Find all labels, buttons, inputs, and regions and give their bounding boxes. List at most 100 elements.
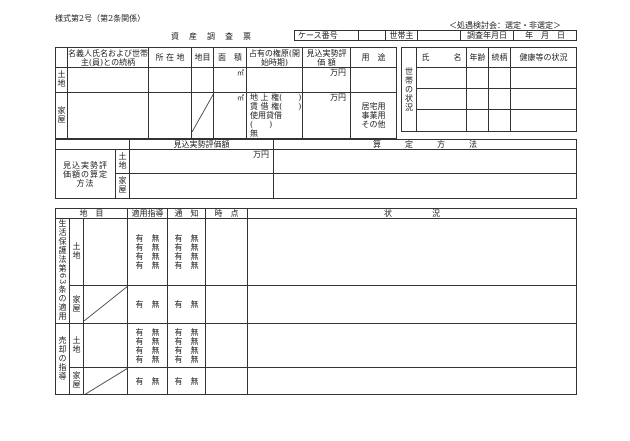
yes-no-option[interactable]: 有 無 <box>169 252 205 261</box>
group1-row-house: 家屋 <box>69 285 84 325</box>
house-rights-field[interactable]: 地 上 権( ) 賃 借 権( ) 使用貸借( ) 無 <box>246 92 303 139</box>
valuation-land-method[interactable] <box>273 149 577 174</box>
yes-no-option[interactable]: 有 無 <box>169 337 205 346</box>
valuation-house-method[interactable] <box>273 173 577 199</box>
group2-land-applied[interactable]: 有 無 有 無 有 無 有 無 <box>127 323 169 369</box>
land-area-field[interactable]: ㎡ <box>213 67 247 93</box>
assets-table: 名義人氏名および世帯主(員)との続柄 所 在 地 地目 面 積 占有の権原(開始… <box>55 47 397 139</box>
house-owner-field[interactable] <box>67 92 149 139</box>
householder-field[interactable] <box>417 30 461 41</box>
household-side-label: 世帯の状況 <box>401 47 417 132</box>
member-relation-field[interactable] <box>488 88 511 110</box>
yes-no-option[interactable]: 有 無 <box>129 337 167 346</box>
group2-house-notice[interactable]: 有 無 <box>167 367 207 396</box>
row-label-land: 土地 <box>55 67 68 93</box>
yes-no-option[interactable]: 有 無 <box>169 234 205 243</box>
yes-no-option[interactable]: 有 無 <box>169 243 205 252</box>
land-category-field[interactable] <box>191 67 214 93</box>
group2-land-status[interactable] <box>247 323 578 369</box>
member-health-field[interactable] <box>510 109 577 132</box>
group1-land-category-field[interactable] <box>82 217 129 287</box>
col-land-category: 地目 <box>191 47 214 68</box>
use-option: 事業用 <box>361 111 386 120</box>
group1-land-status[interactable] <box>247 217 578 287</box>
yes-no-option[interactable]: 有 無 <box>129 300 167 309</box>
col-owner-name: 名義人氏名および世帯主(員)との続柄 <box>67 47 149 68</box>
member-age-field[interactable] <box>466 67 489 89</box>
group2-house-category-diagonal <box>82 367 129 396</box>
col-relation: 続柄 <box>488 47 511 68</box>
col-notice: 通 知 <box>167 208 207 219</box>
group2-house-time[interactable] <box>205 367 249 396</box>
group2-row-house: 家屋 <box>69 367 84 396</box>
yes-no-option[interactable]: 有 無 <box>129 261 167 270</box>
house-area-field[interactable]: ㎡ <box>213 92 247 139</box>
use-option: その他 <box>361 120 386 129</box>
group1-house-time[interactable] <box>205 285 249 325</box>
group2-house-applied[interactable]: 有 無 <box>127 367 169 396</box>
valuation-row-land: 土地 <box>115 149 130 174</box>
land-owner-field[interactable] <box>67 67 149 93</box>
member-age-field[interactable] <box>466 109 489 132</box>
survey-date-label: 調査年月日 <box>460 30 514 41</box>
group-sale-guidance-label: 売却の指導 <box>55 323 70 396</box>
guidance-table: 地 目 適用指導 通 知 時 点 状 況 生活保護法第63条の適用 土地 有 無… <box>54 208 578 396</box>
member-relation-field[interactable] <box>488 109 511 132</box>
yes-no-option[interactable]: 有 無 <box>169 300 205 309</box>
group2-land-category-field[interactable] <box>82 323 129 369</box>
group2-house-status[interactable] <box>247 367 578 396</box>
rights-option: 使用貸借( ) <box>250 111 282 129</box>
land-value-field[interactable]: 万円 <box>302 67 351 93</box>
house-use-field[interactable]: 居宅用 事業用 その他 <box>350 92 397 139</box>
valuation-land-amount[interactable]: 万円 <box>129 149 274 174</box>
land-use-field[interactable] <box>350 67 397 93</box>
rights-option: 賃 借 権( ) <box>250 102 302 111</box>
house-location-field[interactable] <box>148 92 192 139</box>
page-title: 資 産 調 査 票 <box>171 32 252 41</box>
yes-no-option[interactable]: 有 無 <box>169 355 205 364</box>
valuation-table: 見込実勢評価額 算 定 方 法 見込実勢評価額の算定方法 土地 万円 家屋 <box>55 139 577 199</box>
survey-date-field[interactable]: 年 月 日 <box>513 30 577 41</box>
yes-no-option[interactable]: 有 無 <box>129 346 167 355</box>
group1-house-category-diagonal <box>82 285 129 325</box>
yes-no-option[interactable]: 有 無 <box>129 243 167 252</box>
col-use: 用 途 <box>350 47 397 68</box>
yes-no-option[interactable]: 有 無 <box>169 346 205 355</box>
yes-no-option[interactable]: 有 無 <box>129 328 167 337</box>
yes-no-option[interactable]: 有 無 <box>129 252 167 261</box>
col-area: 面 積 <box>213 47 247 68</box>
header-info-table: ケース番号 世帯主 調査年月日 年 月 日 <box>294 30 577 41</box>
yes-no-option[interactable]: 有 無 <box>129 234 167 243</box>
group1-house-status[interactable] <box>247 285 578 325</box>
valuation-side-label: 見込実勢評価額の算定方法 <box>55 149 116 199</box>
member-age-field[interactable] <box>466 88 489 110</box>
yes-no-option[interactable]: 有 無 <box>169 328 205 337</box>
land-location-field[interactable] <box>148 67 192 93</box>
col-location: 所 在 地 <box>148 47 192 68</box>
member-health-field[interactable] <box>510 88 577 110</box>
yes-no-option[interactable]: 有 無 <box>129 377 167 386</box>
group-article63-label: 生活保護法第63条の適用 <box>55 217 70 325</box>
land-rights-field[interactable] <box>246 67 303 93</box>
household-table: 世帯の状況 氏 名 年齢 続柄 健康等の状況 <box>401 47 577 132</box>
group1-land-applied[interactable]: 有 無 有 無 有 無 有 無 <box>127 217 169 287</box>
group2-land-time[interactable] <box>205 323 249 369</box>
group2-land-notice[interactable]: 有 無 有 無 有 無 有 無 <box>167 323 207 369</box>
yes-no-option[interactable]: 有 無 <box>129 355 167 364</box>
group1-land-notice[interactable]: 有 無 有 無 有 無 有 無 <box>167 217 207 287</box>
house-value-field[interactable]: 万円 <box>302 92 351 139</box>
group1-land-time[interactable] <box>205 217 249 287</box>
yes-no-option[interactable]: 有 無 <box>169 377 205 386</box>
member-health-field[interactable] <box>510 67 577 89</box>
col-valuation-amount: 見込実勢評価額 <box>129 139 274 150</box>
col-guidance-land-category: 地 目 <box>54 208 129 219</box>
case-number-field[interactable] <box>358 30 386 41</box>
member-name-field[interactable] <box>416 67 467 89</box>
member-name-field[interactable] <box>416 109 467 132</box>
group1-house-notice[interactable]: 有 無 <box>167 285 207 325</box>
member-relation-field[interactable] <box>488 67 511 89</box>
valuation-house-amount[interactable] <box>129 173 274 199</box>
yes-no-option[interactable]: 有 無 <box>169 261 205 270</box>
group1-house-applied[interactable]: 有 無 <box>127 285 169 325</box>
member-name-field[interactable] <box>416 88 467 110</box>
